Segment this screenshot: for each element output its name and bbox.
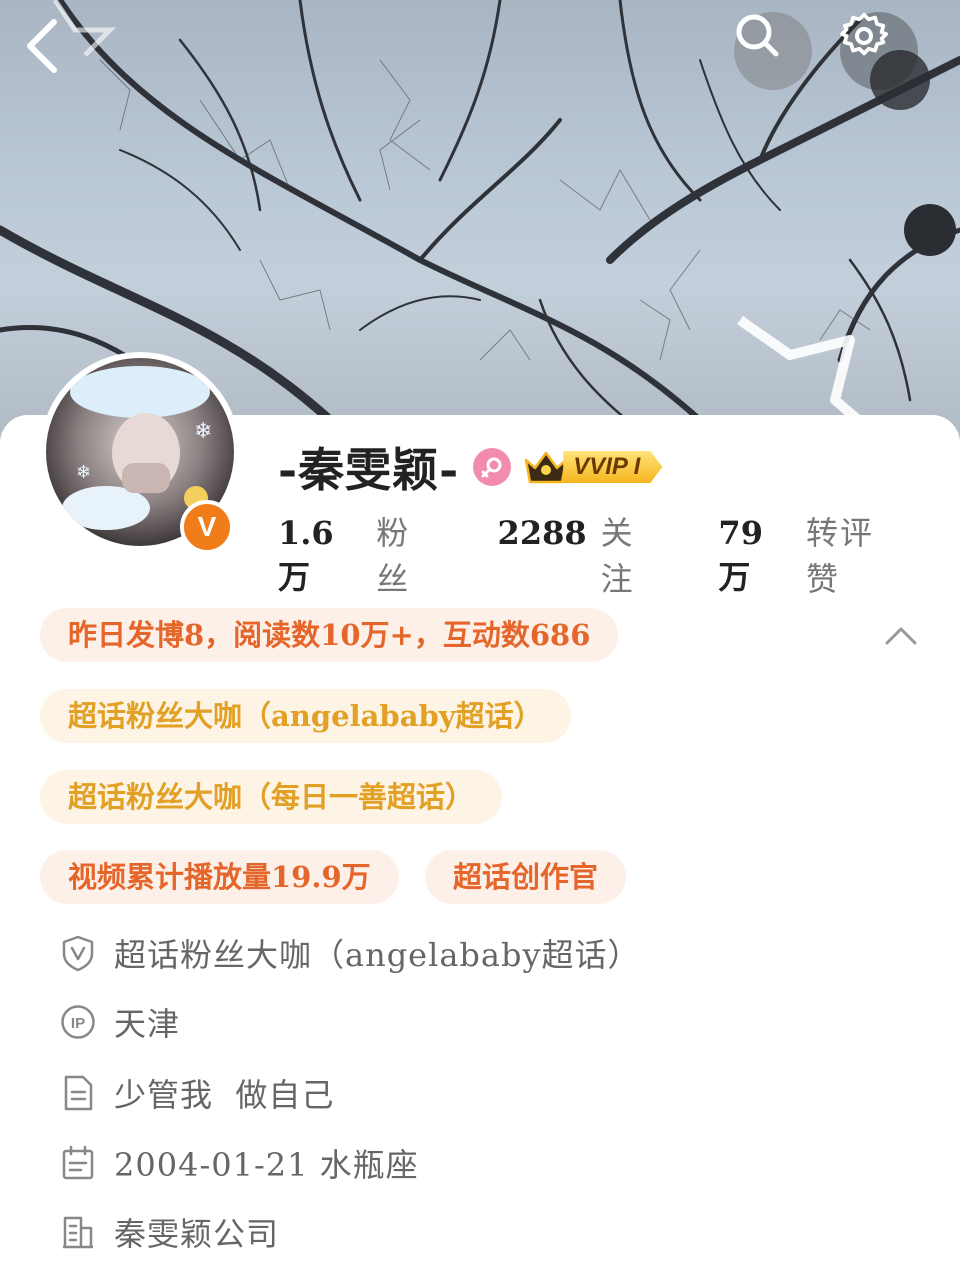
tag-superfan-daily[interactable]: 超话粉丝大咖（每日一善超话） bbox=[40, 770, 503, 824]
shield-v-icon bbox=[58, 933, 98, 973]
birthday-text: 2004-01-21 水瓶座 bbox=[114, 1146, 419, 1184]
building-icon bbox=[58, 1212, 98, 1252]
following-label: 关注 bbox=[600, 514, 635, 598]
verification-text: 超话粉丝大咖（angelababy超话） bbox=[114, 936, 641, 974]
interactions-count: 79万 bbox=[718, 514, 763, 596]
followers-label: 粉丝 bbox=[376, 514, 411, 598]
info-ip: IP 天津 bbox=[58, 997, 180, 1047]
verified-badge: V bbox=[180, 500, 234, 554]
info-company: 秦雯颖公司 bbox=[58, 1207, 279, 1257]
svg-text:❄: ❄ bbox=[194, 419, 212, 444]
username: -秦雯颖- bbox=[278, 443, 460, 497]
ip-icon-label: IP bbox=[71, 1015, 85, 1032]
search-icon bbox=[736, 14, 779, 57]
stats-row: 1.6万 粉丝 2288 关注 79万 转评赞 bbox=[278, 508, 960, 598]
bio-text: 少管我 做自己 bbox=[114, 1076, 335, 1114]
vvip-badge[interactable]: VVIP I bbox=[523, 448, 663, 486]
tag-superfan-angelababy[interactable]: 超话粉丝大咖（angelababy超话） bbox=[40, 689, 571, 743]
crown-icon bbox=[524, 451, 568, 484]
chevron-left-icon bbox=[27, 19, 57, 73]
stat-interactions[interactable]: 79万 转评赞 bbox=[718, 508, 904, 600]
chevron-up-icon bbox=[885, 627, 917, 645]
company-text: 秦雯颖公司 bbox=[114, 1215, 280, 1253]
info-birthday: 2004-01-21 水瓶座 bbox=[58, 1138, 419, 1188]
collapse-button[interactable] bbox=[878, 616, 924, 656]
vvip-label: VVIP I bbox=[563, 451, 663, 483]
name-row: -秦雯颖- VVIP I bbox=[278, 432, 663, 502]
info-bio: 少管我 做自己 bbox=[58, 1068, 334, 1118]
tag-activity[interactable]: 昨日发博8，阅读数10万+，互动数686 bbox=[40, 608, 619, 662]
back-button[interactable] bbox=[22, 18, 86, 82]
ip-location-icon: IP bbox=[58, 1002, 98, 1042]
interactions-label: 转评赞 bbox=[805, 514, 874, 598]
calendar-icon bbox=[58, 1143, 98, 1183]
stat-following[interactable]: 2288 关注 bbox=[498, 508, 663, 600]
tag-creator[interactable]: 超话创作官 bbox=[425, 850, 627, 904]
followers-count: 1.6万 bbox=[278, 514, 334, 596]
info-verification[interactable]: 超话粉丝大咖（angelababy超话） bbox=[58, 928, 641, 978]
following-count: 2288 bbox=[497, 514, 587, 552]
ip-text: 天津 bbox=[114, 1005, 181, 1043]
svg-text:❄: ❄ bbox=[76, 462, 91, 483]
female-icon bbox=[473, 448, 512, 486]
document-icon bbox=[58, 1073, 98, 1113]
stat-followers[interactable]: 1.6万 粉丝 bbox=[278, 508, 442, 600]
search-button[interactable] bbox=[734, 12, 812, 90]
settings-button[interactable] bbox=[840, 12, 918, 90]
gear-icon bbox=[840, 12, 888, 56]
tag-video-plays[interactable]: 视频累计播放量19.9万 bbox=[40, 850, 399, 904]
